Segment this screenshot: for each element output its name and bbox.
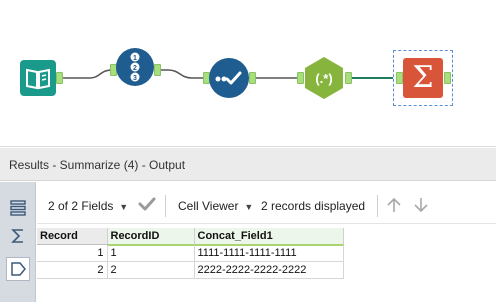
arrow-down-icon [414,198,428,213]
summarize-tool[interactable]: Σ [403,58,443,98]
svg-text:2: 2 [133,65,137,72]
column-header-record[interactable]: Record [37,228,108,245]
book-icon [26,68,50,90]
recordid-cell[interactable]: 1 [107,244,195,262]
regex-icon: (.*) [305,57,343,99]
sigma-icon [11,229,23,243]
table-row[interactable]: 2 2 2222-2222-2222-2222 [37,261,344,279]
output-anchor[interactable] [56,72,63,84]
recordid-cell[interactable]: 2 [107,261,195,279]
results-titlebar: Results - Summarize (4) - Output [0,148,496,181]
arrow-up-icon [387,197,401,212]
results-toolbar: 2 of 2 Fields ▼ Cell Viewer ▼ 2 records … [37,188,496,224]
table-row[interactable]: 1 1 1111-1111-1111-1111 [37,244,344,262]
chevron-down-icon: ▼ [116,202,129,212]
scroll-down-button[interactable] [413,196,429,217]
output-anchor[interactable] [444,72,451,84]
header-row: Record RecordID Concat_Field1 [37,228,344,246]
results-title: Results - Summarize (4) - Output [9,158,186,172]
numbered-list-icon: 1 2 3 [130,52,140,82]
input-data-tool[interactable] [20,60,56,96]
record-id-tool[interactable]: 1 2 3 [116,48,154,86]
cell-viewer-dropdown[interactable]: Cell Viewer ▼ [178,199,253,213]
output-anchor[interactable] [154,64,161,76]
summary-view-button[interactable] [6,224,30,248]
cell-viewer-label: Cell Viewer [178,199,239,213]
apply-checkmark-button[interactable] [138,196,156,215]
fields-label: 2 of 2 Fields [48,199,114,213]
output-anchor[interactable] [345,72,352,84]
regex-tool[interactable]: (.*) [303,56,345,100]
sigma-icon: Σ [412,60,434,95]
workflow-canvas[interactable]: 1 2 3 (.*) Σ [0,0,496,147]
table-view-button[interactable] [6,196,30,220]
records-displayed: 2 records displayed [261,199,366,213]
output-anchor-icon [11,262,26,276]
results-left-rail [0,182,36,302]
record-cell[interactable]: 1 [37,244,108,262]
checkmark-icon [215,71,242,85]
select-tool[interactable] [209,58,249,98]
concat-field1-cell[interactable]: 2222-2222-2222-2222 [194,261,344,279]
svg-text:1: 1 [133,55,137,62]
fields-selector[interactable]: 2 of 2 Fields ▼ [48,199,128,213]
svg-text:(.*): (.*) [315,71,332,86]
column-header-recordid[interactable]: RecordID [107,228,195,246]
column-header-label: RecordID [110,229,160,242]
results-grid: Record RecordID Concat_Field1 1 1 1111-1… [37,228,496,279]
column-highlight-bar [107,243,194,246]
checkmark-icon [138,197,156,211]
chevron-down-icon: ▼ [241,202,254,212]
scroll-up-button[interactable] [386,196,402,217]
results-table: Record RecordID Concat_Field1 1 1 1111-1… [37,228,344,279]
toolbar-divider [377,195,378,217]
output-anchor[interactable] [249,72,256,84]
svg-text:3: 3 [133,75,137,82]
record-cell[interactable]: 2 [37,261,108,279]
toolbar-divider [165,195,166,217]
input-anchor[interactable] [396,72,403,84]
column-highlight-bar [194,243,343,246]
output-view-button[interactable] [6,257,30,281]
concat-field1-cell[interactable]: 1111-1111-1111-1111 [194,244,344,262]
column-header-concat-field1[interactable]: Concat_Field1 [194,228,344,246]
table-icon [10,200,26,216]
column-header-label: Concat_Field1 [197,229,273,242]
